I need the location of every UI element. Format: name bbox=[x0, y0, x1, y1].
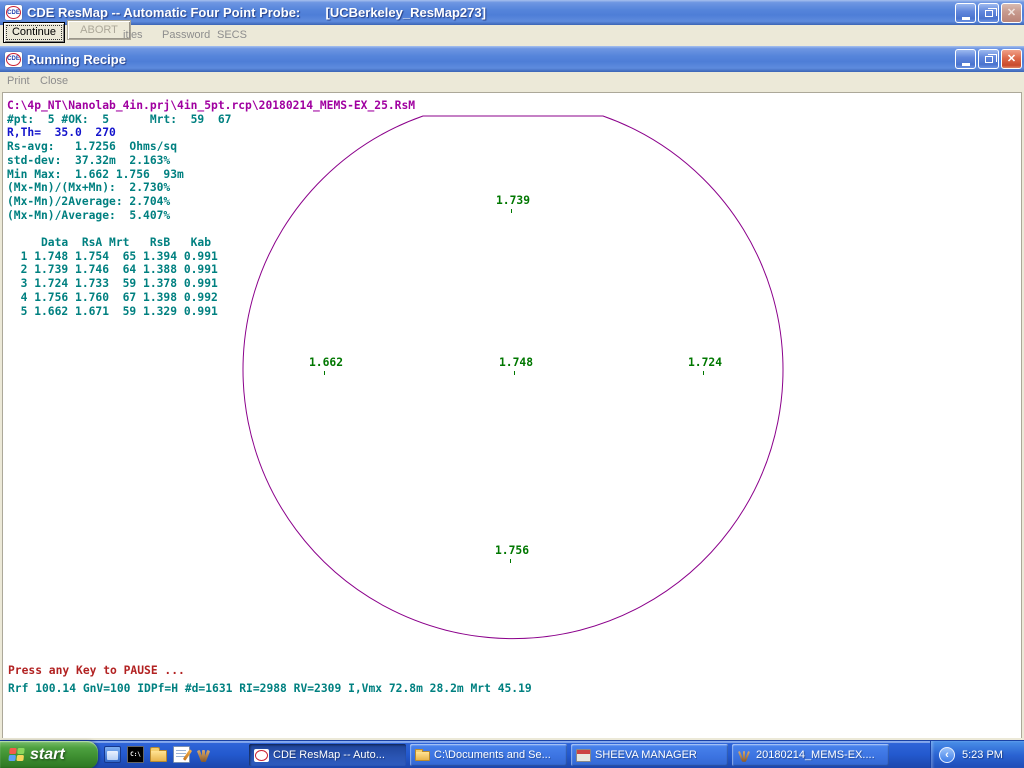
menu-item-close[interactable]: Close bbox=[40, 75, 68, 87]
cde-window-icon: CDE bbox=[5, 52, 22, 67]
stats-line: (Mx-Mn)/Average: 5.407% bbox=[7, 209, 415, 223]
menu-item-password[interactable]: Password bbox=[162, 29, 210, 41]
measurement-point-tick bbox=[703, 371, 704, 375]
stats-line: R,Th= 35.0 270 bbox=[7, 126, 415, 140]
table-row: 5 1.662 1.671 59 1.329 0.991 bbox=[7, 305, 415, 319]
wafer-point-label: 1.739 bbox=[483, 194, 543, 207]
pause-message: Press any Key to PAUSE ... bbox=[8, 664, 185, 678]
close-icon: ✕ bbox=[1001, 3, 1022, 23]
main-window-titlebar: CDE CDE ResMap -- Automatic Four Point P… bbox=[0, 0, 1024, 25]
folder-icon bbox=[415, 751, 430, 761]
recipe-window-titlebar: CDE Running Recipe ✕ bbox=[0, 46, 1024, 72]
table-row: 1 1.748 1.754 65 1.394 0.991 bbox=[7, 250, 415, 264]
taskbar-button[interactable]: 20180214_MEMS-EX.... bbox=[732, 744, 889, 766]
taskbar-button[interactable]: C:\Documents and Se... bbox=[410, 744, 567, 766]
stats-block: C:\4p_NT\Nanolab_4in.prj\4in_5pt.rcp\201… bbox=[7, 99, 415, 318]
measurement-point-tick bbox=[511, 209, 512, 213]
stats-line: (Mx-Mn)/(Mx+Mn): 2.730% bbox=[7, 181, 415, 195]
taskbar: start C:\ CDE ResMap -- Auto...C:\Docume… bbox=[0, 740, 1024, 768]
stats-line: (Mx-Mn)/2Average: 2.704% bbox=[7, 195, 415, 209]
hide-icons-chevron-icon[interactable]: ‹ bbox=[939, 747, 955, 763]
table-row: 2 1.739 1.746 64 1.388 0.991 bbox=[7, 263, 415, 277]
measurement-point-tick bbox=[510, 559, 511, 563]
recipe-client-area: C:\4p_NT\Nanolab_4in.prj\4in_5pt.rcp\201… bbox=[2, 92, 1022, 738]
taskbar-clock: 5:23 PM bbox=[962, 749, 1003, 761]
task-buttons: CDE ResMap -- Auto... C:\Documents and Se… bbox=[0, 741, 1024, 768]
wafer-point-label: 1.662 bbox=[296, 356, 356, 369]
wafer-point-label: 1.748 bbox=[486, 356, 546, 369]
stats-line: std-dev: 37.32m 2.163% bbox=[7, 154, 415, 168]
minimize-button[interactable] bbox=[955, 49, 976, 69]
measurement-point-tick bbox=[514, 371, 515, 375]
table-row: 4 1.756 1.760 67 1.398 0.992 bbox=[7, 291, 415, 305]
table-row: 3 1.724 1.733 59 1.378 0.991 bbox=[7, 277, 415, 291]
recipe-menubar: Print Close bbox=[0, 72, 1024, 92]
stats-line: C:\4p_NT\Nanolab_4in.prj\4in_5pt.rcp\201… bbox=[7, 99, 415, 113]
stats-line: #pt: 5 #OK: 5 Mrt: 59 67 bbox=[7, 113, 415, 127]
probe-reading-line: Rrf 100.14 GnV=100 IDPf=H #d=1631 RI=298… bbox=[8, 682, 532, 696]
taskbar-button-label: SHEEVA MANAGER bbox=[595, 749, 697, 761]
table-header: Data RsA Mrt RsB Kab bbox=[7, 236, 415, 250]
recipe-window-title: Running Recipe bbox=[27, 52, 126, 67]
system-tray: ‹ 5:23 PM bbox=[930, 741, 1024, 768]
minimize-button[interactable] bbox=[955, 3, 976, 23]
wafer-point-label: 1.756 bbox=[482, 544, 542, 557]
menu-item-utilities[interactable]: ities bbox=[123, 29, 143, 41]
app-icon bbox=[576, 749, 591, 762]
menu-item-print[interactable]: Print bbox=[7, 75, 30, 87]
restore-button[interactable] bbox=[978, 3, 999, 23]
taskbar-button-label: 20180214_MEMS-EX.... bbox=[756, 749, 875, 761]
stats-line: Min Max: 1.662 1.756 93m bbox=[7, 168, 415, 182]
continue-button[interactable]: Continue bbox=[3, 22, 65, 43]
taskbar-button-label: C:\Documents and Se... bbox=[434, 749, 551, 761]
taskbar-button-label: CDE ResMap -- Auto... bbox=[273, 749, 385, 761]
abort-button: ABORT bbox=[67, 20, 131, 40]
brushes-icon bbox=[737, 749, 752, 762]
cde-app-icon: CDE bbox=[5, 5, 22, 20]
blank-line bbox=[7, 222, 415, 236]
menu-item-secs[interactable]: SECS bbox=[217, 29, 247, 41]
desktop-screen: CDE CDE ResMap -- Automatic Four Point P… bbox=[0, 0, 1024, 768]
close-icon[interactable]: ✕ bbox=[1001, 49, 1022, 69]
taskbar-button[interactable]: SHEEVA MANAGER bbox=[571, 744, 728, 766]
measurement-point-tick bbox=[324, 371, 325, 375]
cde-icon bbox=[254, 749, 269, 762]
main-window-title: CDE ResMap -- Automatic Four Point Probe… bbox=[27, 5, 486, 20]
restore-button[interactable] bbox=[978, 49, 999, 69]
taskbar-button[interactable]: CDE ResMap -- Auto... bbox=[249, 744, 406, 766]
wafer-point-label: 1.724 bbox=[675, 356, 735, 369]
main-toolbar: Continue ABORT ities Password SECS bbox=[0, 25, 1024, 46]
stats-line: Rs-avg: 1.7256 Ohms/sq bbox=[7, 140, 415, 154]
